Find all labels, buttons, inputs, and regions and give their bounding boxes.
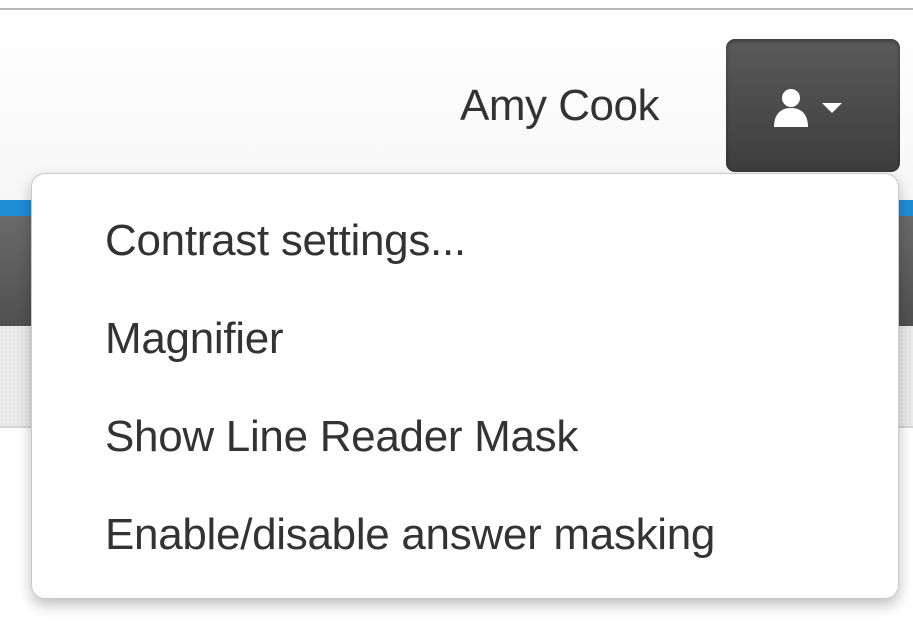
caret-down-icon [822, 103, 842, 113]
menu-item-answer-masking[interactable]: Enable/disable answer masking [105, 513, 715, 557]
menu-item-magnifier[interactable]: Magnifier [105, 317, 284, 361]
user-menu-button[interactable] [726, 39, 900, 172]
page-header: Amy Cook [0, 10, 913, 200]
top-divider [0, 0, 913, 10]
menu-item-contrast-settings[interactable]: Contrast settings... [105, 219, 466, 263]
user-name: Amy Cook [460, 81, 659, 130]
user-icon [774, 89, 808, 127]
user-dropdown-menu: Contrast settings... Magnifier Show Line… [31, 173, 899, 599]
menu-item-line-reader-mask[interactable]: Show Line Reader Mask [105, 415, 578, 459]
